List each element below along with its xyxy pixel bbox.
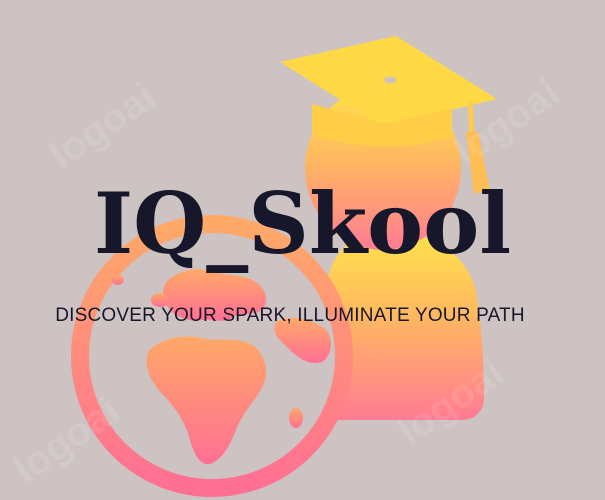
brand-name: IQ_Skool — [93, 174, 512, 273]
brand-tagline: DISCOVER YOUR SPARK, ILLUMINATE YOUR PAT… — [55, 305, 525, 326]
logo-canvas: logoai logoai logoai logoai IQ_Skool DIS… — [0, 0, 605, 500]
